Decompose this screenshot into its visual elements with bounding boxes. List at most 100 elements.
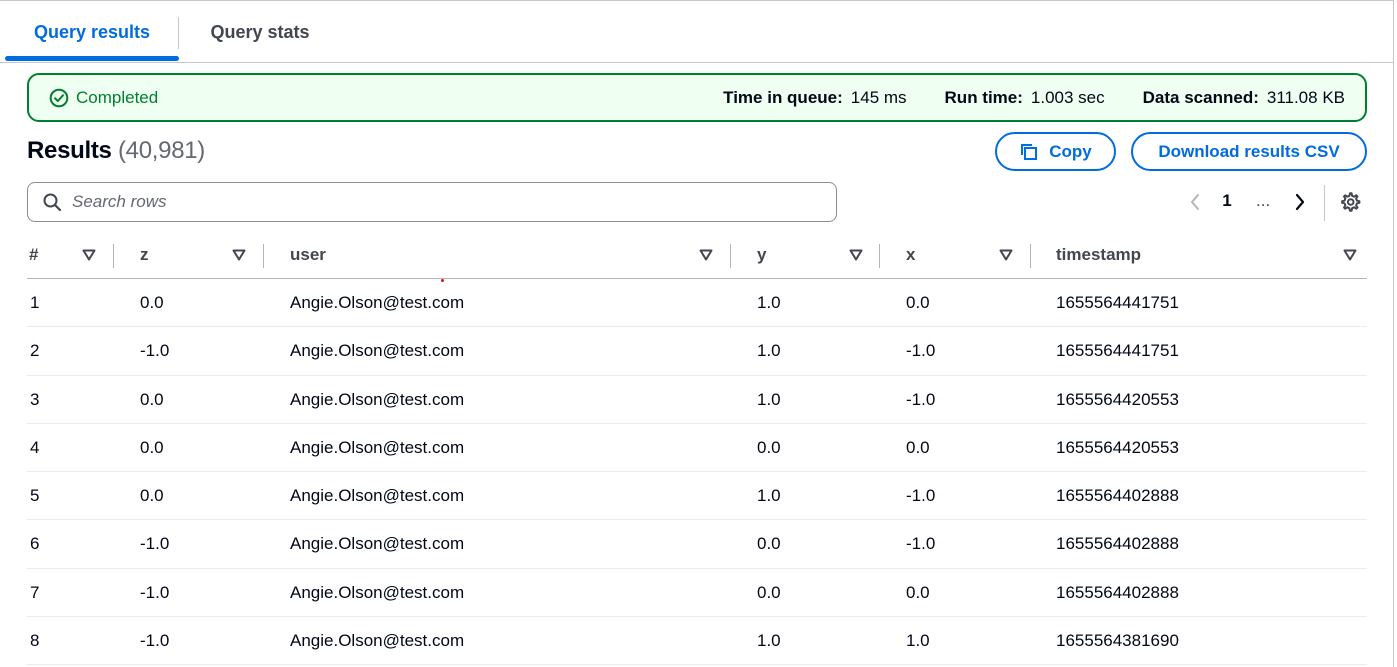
cell-index: 1: [30, 293, 40, 312]
table-row: 3 0.0 Angie.Olson@test.com 1.0 -1.0 1655…: [27, 376, 1367, 424]
cell-z: 0.0: [140, 437, 164, 457]
sort-icon[interactable]: [849, 249, 863, 261]
sort-icon[interactable]: [82, 249, 96, 261]
cell-y: 1.0: [757, 631, 781, 651]
cell-x: -1.0: [906, 341, 936, 361]
cell-x: 0.0: [906, 437, 930, 457]
table-header: # z user y x timestamp: [27, 231, 1367, 279]
column-header-timestamp[interactable]: timestamp: [1056, 231, 1141, 279]
check-circle-icon: [49, 88, 69, 107]
active-tab-indicator: [5, 56, 179, 61]
chevron-right-icon[interactable]: [1291, 190, 1309, 214]
cell-x: -1.0: [906, 486, 936, 506]
cell-index: 4: [30, 437, 40, 457]
cell-x: 0.0: [906, 582, 930, 602]
copy-button[interactable]: Copy: [995, 132, 1116, 171]
cell-z: -1.0: [140, 341, 170, 361]
cell-index: 7: [30, 582, 40, 602]
query-metrics: Time in queue: 145 ms Run time: 1.003 sec …: [685, 88, 1345, 108]
table-row: 5 0.0 Angie.Olson@test.com 1.0 -1.0 1655…: [27, 472, 1367, 521]
cell-y: 1.0: [757, 389, 781, 409]
sort-icon[interactable]: [232, 249, 246, 261]
gear-icon[interactable]: [1338, 190, 1362, 214]
time-in-queue-label: Time in queue:: [723, 87, 843, 107]
cell-x: 1.0: [906, 631, 930, 651]
results-heading: Results (40,981): [27, 137, 205, 165]
search-icon: [43, 193, 62, 212]
results-table: # z user y x timestamp 1 0.0 Angie.Olson…: [27, 231, 1367, 666]
search-rows-field[interactable]: [27, 182, 837, 222]
data-scanned-value: 311.08 KB: [1266, 87, 1345, 107]
cell-user: Angie.Olson@test.com: [290, 486, 465, 506]
cell-z: 0.0: [140, 389, 164, 409]
run-time-value: 1.003 sec: [1030, 87, 1105, 107]
column-header-user[interactable]: user: [290, 231, 326, 279]
data-scanned: Data scanned: 311.08 KB: [1143, 88, 1345, 108]
cell-user: Angie.Olson@test.com: [290, 631, 465, 651]
cell-z: 0.0: [140, 486, 164, 506]
table-row: 2 -1.0 Angie.Olson@test.com 1.0 -1.0 165…: [27, 327, 1367, 376]
pagination-page-1[interactable]: 1: [1220, 191, 1234, 211]
cell-timestamp: 1655564381690: [1056, 631, 1179, 651]
cell-user: Angie.Olson@test.com: [290, 389, 465, 409]
cell-index: 5: [30, 486, 40, 506]
query-status-alert: Completed Time in queue: 145 ms Run time:…: [27, 73, 1367, 122]
cell-user: Angie.Olson@test.com: [290, 293, 465, 312]
pagination-divider: [1324, 185, 1325, 221]
cell-y: 1.0: [757, 486, 781, 506]
cell-y: 0.0: [757, 437, 781, 457]
run-time: Run time: 1.003 sec: [945, 88, 1105, 108]
cell-user: Angie.Olson@test.com: [290, 437, 465, 457]
cell-timestamp: 1655564441751: [1056, 293, 1179, 312]
table-row: 6 -1.0 Angie.Olson@test.com 0.0 -1.0 165…: [27, 520, 1367, 569]
sort-icon[interactable]: [1343, 249, 1357, 261]
query-results-panel: Query results Query stats Completed Time…: [0, 0, 1394, 667]
search-input[interactable]: [72, 192, 772, 212]
column-divider[interactable]: [263, 244, 264, 268]
cell-index: 2: [30, 341, 40, 361]
cell-timestamp: 1655564420553: [1056, 437, 1179, 457]
cell-x: 0.0: [906, 293, 930, 312]
cell-x: -1.0: [906, 389, 936, 409]
cell-z: -1.0: [140, 534, 170, 554]
column-divider[interactable]: [113, 244, 114, 268]
cell-z: 0.0: [140, 293, 164, 312]
column-header-z[interactable]: z: [140, 231, 149, 279]
column-header-y[interactable]: y: [757, 231, 766, 279]
time-in-queue: Time in queue: 145 ms: [723, 88, 906, 108]
column-header-x[interactable]: x: [906, 231, 915, 279]
sort-icon[interactable]: [999, 249, 1013, 261]
cell-y: 0.0: [757, 582, 781, 602]
copy-icon: [1021, 143, 1038, 160]
copy-label: Copy: [1049, 141, 1092, 161]
cell-timestamp: 1655564402888: [1056, 582, 1179, 602]
column-divider[interactable]: [730, 244, 731, 268]
cell-user: Angie.Olson@test.com: [290, 341, 465, 361]
status-completed: Completed: [49, 88, 158, 108]
cell-user: Angie.Olson@test.com: [290, 534, 465, 554]
table-row: 7 -1.0 Angie.Olson@test.com 0.0 0.0 1655…: [27, 569, 1367, 618]
sort-icon[interactable]: [699, 249, 713, 261]
results-title: Results: [27, 137, 112, 164]
run-time-label: Run time:: [944, 87, 1023, 107]
cursor-marker: [441, 279, 444, 282]
download-results-csv-button[interactable]: Download results CSV: [1131, 132, 1367, 171]
cell-timestamp: 1655564402888: [1056, 486, 1179, 506]
table-row: 1 0.0 Angie.Olson@test.com 1.0 0.0 16555…: [27, 279, 1367, 328]
cell-timestamp: 1655564420553: [1056, 389, 1179, 409]
cell-x: -1.0: [906, 534, 936, 554]
chevron-left-icon[interactable]: [1186, 190, 1204, 214]
time-in-queue-value: 145 ms: [850, 87, 907, 107]
column-divider[interactable]: [1030, 244, 1031, 268]
column-header-index[interactable]: #: [29, 231, 38, 279]
tab-query-results[interactable]: Query results: [5, 1, 179, 63]
column-divider[interactable]: [879, 244, 880, 268]
cell-timestamp: 1655564441751: [1056, 341, 1179, 361]
pagination-ellipsis: ...: [1256, 191, 1271, 210]
cell-index: 6: [30, 534, 40, 554]
cell-user: Angie.Olson@test.com: [290, 582, 465, 602]
data-scanned-label: Data scanned:: [1142, 87, 1259, 107]
cell-timestamp: 1655564402888: [1056, 534, 1179, 554]
cell-y: 0.0: [757, 534, 781, 554]
tab-query-stats[interactable]: Query stats: [179, 1, 341, 63]
